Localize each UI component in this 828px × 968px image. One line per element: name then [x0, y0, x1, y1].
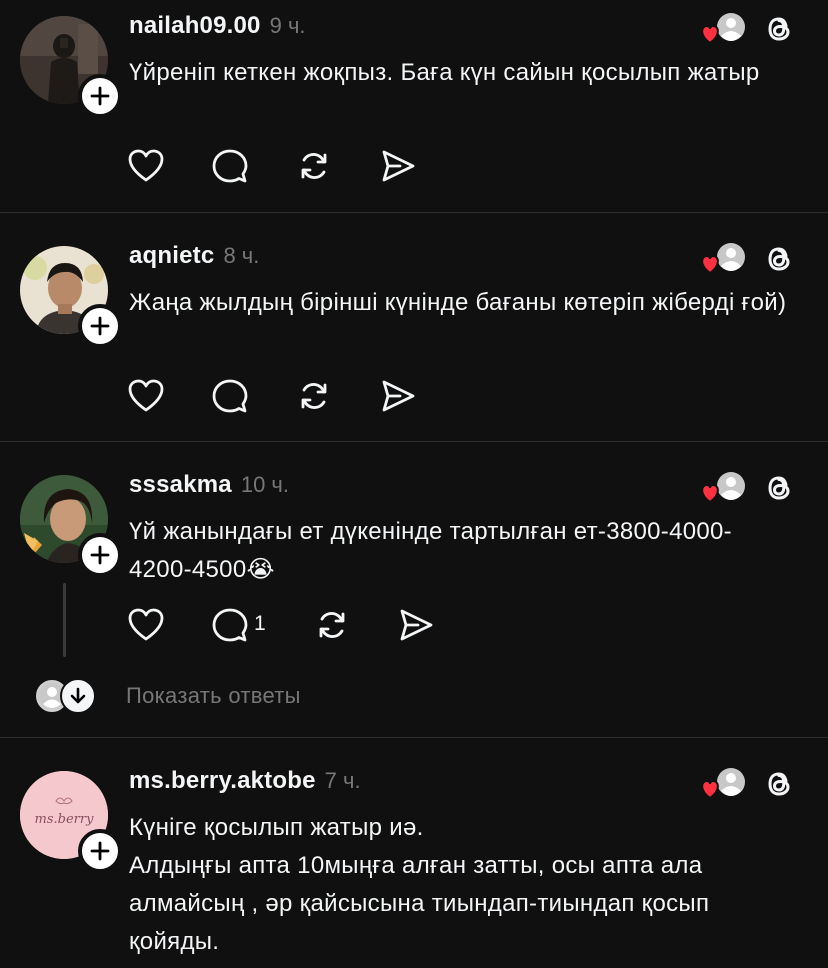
- liked-by-indicator[interactable]: [700, 242, 748, 276]
- repost-button[interactable]: [296, 148, 332, 184]
- like-button[interactable]: [128, 607, 164, 643]
- comment-icon: [212, 608, 248, 642]
- action-bar: 1: [128, 607, 482, 643]
- follow-button[interactable]: [78, 533, 122, 577]
- repost-icon: [301, 153, 327, 179]
- repost-icon: [319, 612, 345, 638]
- follow-button[interactable]: [78, 74, 122, 118]
- plus-icon: [90, 316, 110, 336]
- timestamp: 7 ч.: [324, 768, 361, 793]
- plus-icon: [90, 86, 110, 106]
- threads-logo-icon[interactable]: [762, 471, 796, 505]
- username[interactable]: sssakma: [129, 471, 232, 499]
- thread-line: [63, 583, 66, 657]
- threads-logo-icon[interactable]: [762, 767, 796, 801]
- post-text: Үйреніп кеткен жоқпыз. Баға күн сайын қо…: [129, 59, 760, 86]
- post-card: nailah09.00 9 ч. Үйреніп кеткен жоқпыз. …: [0, 0, 828, 212]
- post-card: ms.berry ms.berry.aktobe 7 ч. Күніге қос…: [0, 755, 828, 968]
- like-button[interactable]: [128, 148, 164, 184]
- post-text-line: Алдыңғы апта 10мыңға алған затты, осы ап…: [129, 852, 710, 955]
- repost-button[interactable]: [296, 378, 332, 414]
- avatar-wrap: ms.berry: [20, 771, 122, 873]
- avatar-logo-text: ms.berry: [35, 812, 95, 827]
- username[interactable]: nailah09.00: [129, 12, 261, 40]
- divider: [0, 212, 828, 213]
- heart-icon: [128, 379, 164, 412]
- threads-logo-icon[interactable]: [762, 242, 796, 276]
- heart-icon: [128, 149, 164, 182]
- threads-logo-icon[interactable]: [762, 12, 796, 46]
- repost-icon: [301, 383, 327, 409]
- comment-icon: [212, 149, 248, 183]
- show-replies-row[interactable]: Показать ответы: [34, 676, 301, 716]
- send-icon: [400, 609, 433, 641]
- reply-count: 1: [254, 612, 266, 635]
- plus-icon: [90, 841, 110, 861]
- comment-button[interactable]: [212, 148, 248, 184]
- share-button[interactable]: [380, 148, 416, 184]
- divider: [0, 441, 828, 442]
- share-button[interactable]: [398, 607, 434, 643]
- like-button[interactable]: [128, 378, 164, 414]
- avatar-wrap: [20, 16, 122, 118]
- chevron-down-icon: [60, 678, 96, 714]
- liked-by-indicator[interactable]: [700, 12, 748, 46]
- post-text: Үй жанындағы ет дүкенінде тартылған ет-3…: [129, 518, 732, 583]
- post-text: Күніге қосылып жатыр иә. Алдыңғы апта 10…: [129, 809, 789, 961]
- divider: [0, 737, 828, 738]
- post-text: Жаңа жылдың бірінші күнінде бағаны көтер…: [129, 289, 787, 316]
- comment-button[interactable]: [212, 378, 248, 414]
- show-replies-label[interactable]: Показать ответы: [126, 683, 301, 709]
- plus-icon: [90, 545, 110, 565]
- avatar-wrap: [20, 475, 122, 577]
- heart-icon: [128, 608, 164, 641]
- timestamp: 10 ч.: [240, 472, 289, 497]
- comment-button[interactable]: 1: [212, 607, 266, 643]
- follow-button[interactable]: [78, 304, 122, 348]
- action-bar: [128, 148, 464, 184]
- post-card: aqnietc 8 ч. Жаңа жылдың бірінші күнінде…: [0, 230, 828, 442]
- follow-button[interactable]: [78, 829, 122, 873]
- username[interactable]: aqnietc: [129, 242, 214, 270]
- share-button[interactable]: [380, 378, 416, 414]
- liked-by-indicator[interactable]: [700, 767, 748, 801]
- send-icon: [382, 150, 415, 182]
- post-text-line: Күніге қосылып жатыр иә.: [129, 814, 424, 841]
- liked-by-indicator[interactable]: [700, 471, 748, 505]
- timestamp: 8 ч.: [223, 243, 260, 268]
- repost-button[interactable]: [314, 607, 350, 643]
- avatar-wrap: [20, 246, 122, 348]
- timestamp: 9 ч.: [269, 13, 306, 38]
- comment-icon: [212, 379, 248, 413]
- send-icon: [382, 380, 415, 412]
- username[interactable]: ms.berry.aktobe: [129, 767, 316, 795]
- action-bar: [128, 378, 464, 414]
